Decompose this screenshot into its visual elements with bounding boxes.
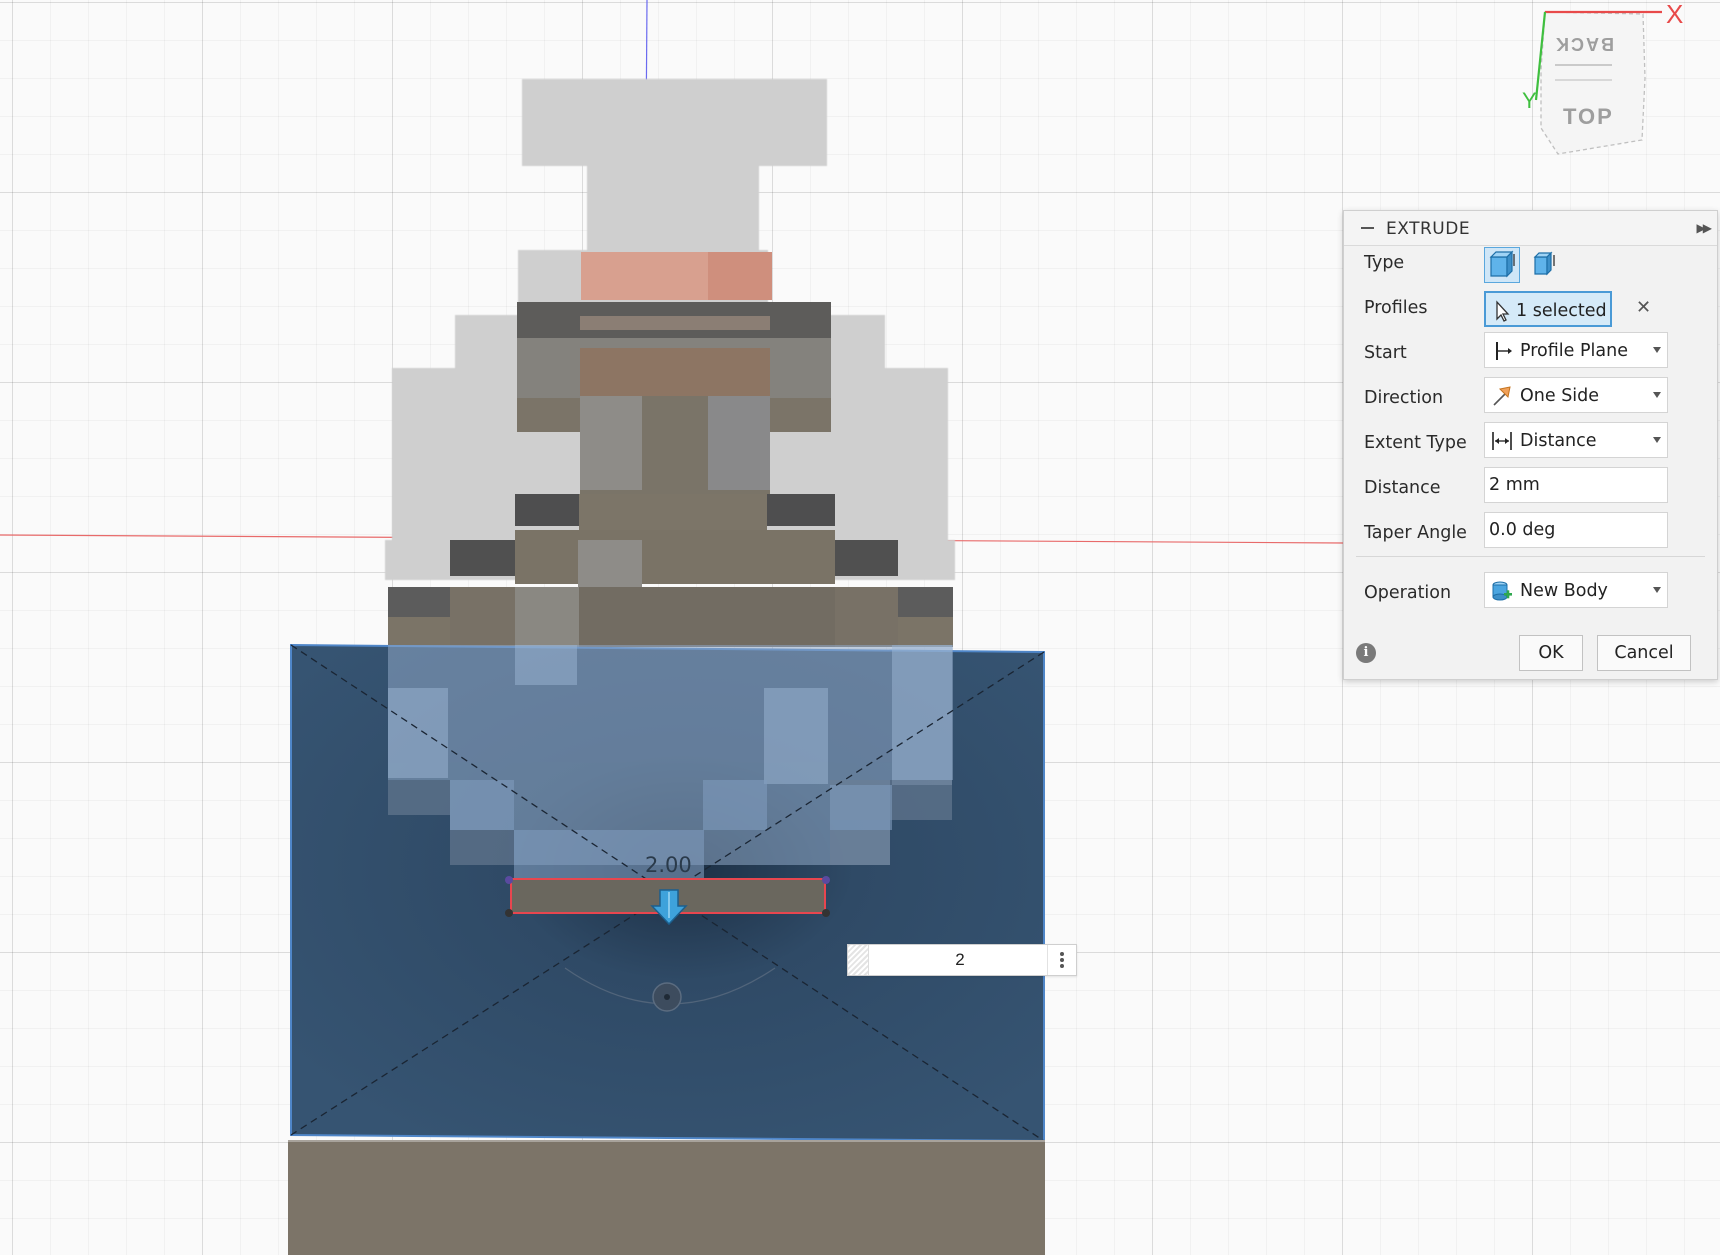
distance-manipulator-input[interactable]: 2 <box>847 944 1077 976</box>
profiles-label: Profiles <box>1364 298 1428 318</box>
ok-button[interactable]: OK <box>1519 635 1583 671</box>
chevron-down-icon <box>1653 587 1661 593</box>
info-icon[interactable]: i <box>1356 643 1376 663</box>
viewcube-face-back[interactable]: BACK <box>1554 33 1614 54</box>
taper-angle-label: Taper Angle <box>1364 523 1467 543</box>
distance-field[interactable]: 2 mm <box>1484 467 1668 503</box>
solid-extrude-type-icon[interactable] <box>1484 247 1520 283</box>
extrude-dialog: EXTRUDE ▶▶ Type Profiles Start Direction Ext… <box>1343 210 1718 680</box>
viewcube-face-top[interactable]: TOP <box>1563 104 1614 130</box>
start-select[interactable]: Profile Plane <box>1484 332 1668 368</box>
one-side-icon <box>1491 385 1513 407</box>
drag-grip[interactable] <box>848 945 869 975</box>
operation-select[interactable]: New Body <box>1484 572 1668 608</box>
type-label: Type <box>1364 253 1405 273</box>
thin-extrude-type-icon[interactable] <box>1528 247 1564 283</box>
distance-label: Distance <box>1364 478 1441 498</box>
x-axis-label: X <box>1666 0 1686 29</box>
chevron-down-icon <box>1653 392 1661 398</box>
new-body-icon <box>1491 580 1513 602</box>
extent-type-label: Extent Type <box>1364 433 1467 453</box>
salmon-block <box>581 252 772 300</box>
view-cube[interactable]: BACK TOP X Y <box>1510 0 1720 170</box>
operation-value: New Body <box>1520 581 1608 601</box>
dimension-label: 2.00 <box>645 853 692 877</box>
extent-type-select[interactable]: Distance <box>1484 422 1668 458</box>
extent-type-value: Distance <box>1520 431 1597 451</box>
taper-angle-field[interactable]: 0.0 deg <box>1484 512 1668 548</box>
distance-icon <box>1491 430 1513 452</box>
profiles-select[interactable]: 1 selected <box>1484 291 1612 327</box>
chevron-down-icon <box>1653 437 1661 443</box>
extrude-dialog-header[interactable]: EXTRUDE ▶▶ <box>1344 211 1717 246</box>
start-value: Profile Plane <box>1520 341 1628 361</box>
direction-value: One Side <box>1520 386 1600 406</box>
y-axis-label: Y <box>1522 88 1539 113</box>
profiles-value: 1 selected <box>1516 301 1607 321</box>
expand-panel-icon[interactable]: ▶▶ <box>1697 221 1713 235</box>
clear-selection-icon[interactable]: ✕ <box>1636 297 1651 318</box>
collapse-icon[interactable] <box>1361 227 1374 229</box>
start-label: Start <box>1364 343 1407 363</box>
profile-plane-icon <box>1491 340 1513 362</box>
distance-input-value[interactable]: 2 <box>870 950 1050 970</box>
base-block <box>288 1141 1045 1255</box>
dialog-title: EXTRUDE <box>1386 219 1471 239</box>
direction-select[interactable]: One Side <box>1484 377 1668 413</box>
chevron-down-icon <box>1653 347 1661 353</box>
cursor-select-icon <box>1492 300 1514 322</box>
operation-label: Operation <box>1364 583 1452 603</box>
divider <box>1356 556 1705 557</box>
more-options-icon[interactable] <box>1047 945 1076 975</box>
cancel-button[interactable]: Cancel <box>1597 635 1691 671</box>
direction-label: Direction <box>1364 388 1444 408</box>
